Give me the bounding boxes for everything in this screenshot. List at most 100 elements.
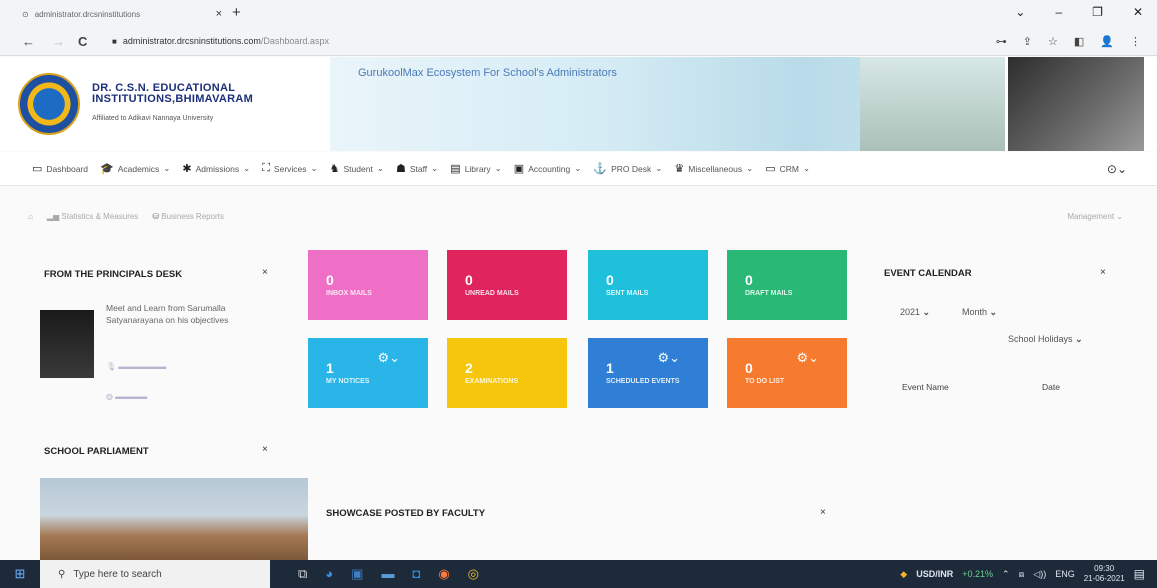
chevron-down-icon: ⌄ xyxy=(655,163,663,173)
principal-message: Meet and Learn from Sarumalla Satyanaray… xyxy=(106,303,229,325)
task-view-icon[interactable]: ⧉ xyxy=(298,566,307,582)
tile-scheduled-events[interactable]: 1 Scheduled Events ⚙⌄ xyxy=(588,338,708,408)
url-field[interactable]: ■ administrator.drcsninstitutions.com/Das… xyxy=(112,36,329,46)
site-header: DR. C.S.N. EDUCATIONAL INSTITUTIONS,BHIM… xyxy=(0,57,1157,151)
principal-desk-close-button[interactable]: × xyxy=(262,267,268,278)
school-parliament-close-button[interactable]: × xyxy=(262,444,268,455)
kebab-menu-icon[interactable]: ⋮ xyxy=(1130,35,1141,48)
taskbar-search[interactable]: ⚲ Type here to search xyxy=(40,560,270,588)
management-dropdown[interactable]: Management ⌄ xyxy=(1067,212,1123,221)
profile-icon[interactable]: 👤 xyxy=(1100,35,1114,48)
tile-sent-mails[interactable]: 0 SENT MAILS xyxy=(588,250,708,320)
tile-to-do-list[interactable]: 0 To do List ⚙⌄ xyxy=(727,338,847,408)
menu-item-label: Staff xyxy=(409,163,428,174)
menu-item-label: Dashboard xyxy=(46,163,88,174)
year-select[interactable]: 2021 ⌄ xyxy=(900,307,930,318)
network-icon[interactable]: ⧈ xyxy=(1019,569,1025,580)
forward-button[interactable]: → xyxy=(52,34,65,49)
chrome-icon[interactable]: ◎ xyxy=(468,566,479,582)
tile-count: 0 xyxy=(326,272,334,288)
period-select[interactable]: Month ⌄ xyxy=(962,307,997,318)
showcase-title: SHOWCASE POSTED BY FACULTY xyxy=(326,508,486,519)
menu-item-label: Accounting xyxy=(528,163,571,174)
services-icon: ⛶ xyxy=(262,162,270,174)
menu-item-miscellaneous[interactable]: ♛ Miscellaneous ⌄ xyxy=(674,162,753,175)
menu-item-services[interactable]: ⛶ Services ⌄ xyxy=(262,162,317,175)
showcase-close-button[interactable]: × xyxy=(820,507,826,518)
chevron-down-icon: ⌄ xyxy=(574,163,582,173)
menu-item-label: Miscellaneous xyxy=(688,163,743,174)
share-icon[interactable]: ⇪ xyxy=(1023,35,1032,48)
user-settings-icon[interactable]: ⊙⌄ xyxy=(1107,162,1127,176)
file-explorer-icon[interactable]: ▬ xyxy=(381,566,394,582)
sidebar-icon[interactable]: ◧ xyxy=(1074,35,1084,48)
management-label: Management xyxy=(1067,212,1115,221)
tile-examinations[interactable]: 2 Examinations xyxy=(447,338,567,408)
tile-draft-mails[interactable]: 0 DRAFT MAILS xyxy=(727,250,847,320)
student-icon: ♞ xyxy=(329,163,340,175)
library-icon: ▤ xyxy=(450,163,461,175)
banner-photo-presenter xyxy=(860,57,1005,151)
principal-link-announcements[interactable]: 🎙 ▬▬▬▬▬▬ xyxy=(106,362,166,371)
menu-item-crm[interactable]: ▭ CRM ⌄ xyxy=(765,162,810,175)
monitor-icon: ▭ xyxy=(32,163,43,175)
search-icon: ⚲ xyxy=(58,568,66,580)
system-tray: ◆ USD/INR +0.21% ⌃ ⧈ ◁)) ENG 09:30 21-06… xyxy=(900,560,1145,588)
breadcrumb-item-reports[interactable]: ⛁ Business Reports xyxy=(152,212,224,221)
back-button[interactable]: ← xyxy=(22,34,35,49)
tile-inbox-mails[interactable]: 0 INBOX MAILS xyxy=(308,250,428,320)
menu-item-admissions[interactable]: ✱ Admissions ⌄ xyxy=(182,162,250,175)
school-parliament-title: SCHOOL PARLIAMENT xyxy=(44,446,149,457)
notifications-icon[interactable]: ▤ xyxy=(1134,567,1145,581)
chevron-down-icon: ⌄ xyxy=(431,163,439,173)
menu-item-label: Library xyxy=(464,163,491,174)
banner-photo-student xyxy=(1008,57,1144,151)
staff-icon: ☗ xyxy=(395,163,406,175)
tab-close-button[interactable]: × xyxy=(216,8,222,20)
menu-item-accounting[interactable]: ▣ Accounting ⌄ xyxy=(514,162,582,175)
principal-link-visit[interactable]: ◍ ▬▬▬▬ xyxy=(106,392,147,401)
menu-item-pro-desk[interactable]: ⚓ PRO Desk ⌄ xyxy=(593,162,662,175)
menu-item-academics[interactable]: 🎓 Academics ⌄ xyxy=(100,162,170,175)
store-icon[interactable]: ◘ xyxy=(412,566,420,582)
key-icon[interactable]: ⊶ xyxy=(996,35,1007,48)
maximize-button[interactable]: ❐ xyxy=(1092,5,1103,19)
volume-icon[interactable]: ◁)) xyxy=(1033,569,1046,580)
main-menu: ▭ Dashboard 🎓 Academics ⌄ ✱ Admissions ⌄ ⛶ Servic… xyxy=(0,152,1157,186)
new-tab-button[interactable]: + xyxy=(232,4,241,21)
tab-search-icon[interactable]: ⌄ xyxy=(1015,5,1025,19)
close-window-button[interactable]: ✕ xyxy=(1133,5,1143,19)
browser-tab[interactable]: ⊙ administrator.drcsninstitutions × xyxy=(22,4,222,24)
minimize-button[interactable]: – xyxy=(1055,5,1062,19)
tile-my-notices[interactable]: 1 My Notices ⚙⌄ xyxy=(308,338,428,408)
tile-label: DRAFT MAILS xyxy=(745,290,793,297)
gear-icon[interactable]: ⚙⌄ xyxy=(796,350,819,366)
mic-icon: 🎙 xyxy=(106,362,117,371)
institution-name: DR. C.S.N. EDUCATIONAL INSTITUTIONS,BHIM… xyxy=(92,83,253,105)
tile-unread-mails[interactable]: 0 UNREAD MAILS xyxy=(447,250,567,320)
menu-item-label: CRM xyxy=(779,163,800,174)
reload-button[interactable]: C xyxy=(78,34,87,49)
edge-icon[interactable]: ◕ xyxy=(325,566,333,582)
chevron-down-icon: ⌄ xyxy=(310,163,318,173)
gear-icon[interactable]: ⚙⌄ xyxy=(377,350,400,366)
tray-chevron-icon[interactable]: ⌃ xyxy=(1002,569,1010,580)
ticker-label[interactable]: USD/INR xyxy=(916,569,953,579)
gear-icon[interactable]: ⚙⌄ xyxy=(657,350,680,366)
tile-label: To do List xyxy=(745,378,785,385)
menu-item-staff[interactable]: ☗ Staff ⌄ xyxy=(396,162,438,175)
event-type-select[interactable]: School Holidays ⌄ xyxy=(1008,334,1083,345)
principal-desk-title: FROM THE PRINCIPALS DESK xyxy=(44,269,183,280)
firefox-icon[interactable]: ◉ xyxy=(438,566,449,582)
menu-item-student[interactable]: ♞ Student ⌄ xyxy=(330,162,384,175)
language-indicator[interactable]: ENG xyxy=(1055,569,1075,579)
star-icon[interactable]: ☆ xyxy=(1048,35,1058,48)
windows-start-button[interactable]: ⊞ xyxy=(0,560,40,588)
breadcrumb-item-statistics[interactable]: ▂▅ Statistics & Measures xyxy=(47,212,138,221)
clock[interactable]: 09:30 21-06-2021 xyxy=(1084,564,1125,584)
home-icon[interactable]: ⌂ xyxy=(28,212,33,221)
office-icon[interactable]: ▣ xyxy=(351,566,363,582)
menu-item-library[interactable]: ▤ Library ⌄ xyxy=(450,162,502,175)
event-calendar-close-button[interactable]: × xyxy=(1100,267,1106,278)
menu-item-dashboard[interactable]: ▭ Dashboard xyxy=(32,162,88,175)
